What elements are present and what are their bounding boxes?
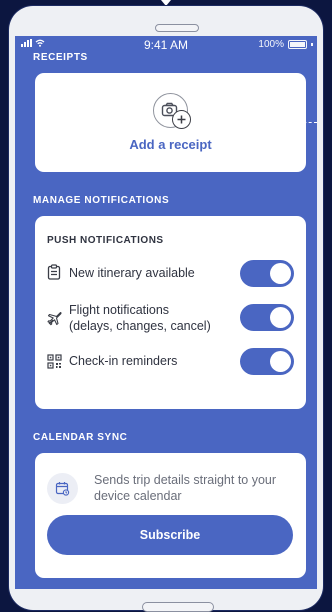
toggle-itinerary[interactable]: [240, 260, 294, 287]
sync-description-line1: Sends trip details straight to your: [94, 473, 277, 487]
status-bar: 9:41 AM 100%: [15, 36, 317, 52]
status-battery: 100%: [258, 39, 313, 50]
add-receipt-label[interactable]: Add a receipt: [35, 137, 306, 152]
toggle-knob: [270, 307, 291, 328]
toggle-knob: [270, 263, 291, 284]
calendar-sync-card: Sends trip details straight to your devi…: [35, 453, 306, 578]
plus-icon: [172, 110, 191, 129]
phone-speaker: [155, 24, 199, 32]
receipts-section-title: RECEIPTS: [33, 52, 88, 63]
dashed-connector: [298, 122, 317, 123]
push-notifications-title: PUSH NOTIFICATIONS: [47, 235, 164, 246]
notification-label-flight: Flight notifications (delays, changes, c…: [69, 302, 211, 334]
battery-icon: [288, 40, 307, 49]
toggle-knob: [270, 351, 291, 372]
battery-percent: 100%: [258, 39, 284, 50]
push-notifications-card: PUSH NOTIFICATIONS New itinerary availab…: [35, 216, 306, 409]
airplane-icon: [47, 310, 63, 331]
qr-code-icon: [47, 354, 62, 374]
sync-description-line2: device calendar: [94, 489, 182, 503]
home-button[interactable]: [142, 602, 214, 612]
notification-label-checkin: Check-in reminders: [69, 354, 178, 368]
flight-label-line1: Flight notifications: [69, 303, 170, 317]
toggle-checkin[interactable]: [240, 348, 294, 375]
notification-label-itinerary: New itinerary available: [69, 266, 195, 280]
calendar-sync-section-title: CALENDAR SYNC: [33, 432, 128, 443]
add-receipt-card[interactable]: Add a receipt: [35, 73, 306, 172]
calendar-sync-icon: [47, 473, 78, 504]
app-screen: 9:41 AM 100% RECEIPTS Add a receipt MANA…: [15, 36, 317, 589]
battery-tip: [311, 43, 313, 46]
notifications-section-title: MANAGE NOTIFICATIONS: [33, 195, 170, 206]
clipboard-icon: [47, 264, 61, 285]
flight-label-line2: (delays, changes, cancel): [69, 319, 211, 333]
calendar-sync-description: Sends trip details straight to your devi…: [94, 472, 294, 504]
toggle-flight[interactable]: [240, 304, 294, 331]
subscribe-button[interactable]: Subscribe: [47, 515, 293, 555]
